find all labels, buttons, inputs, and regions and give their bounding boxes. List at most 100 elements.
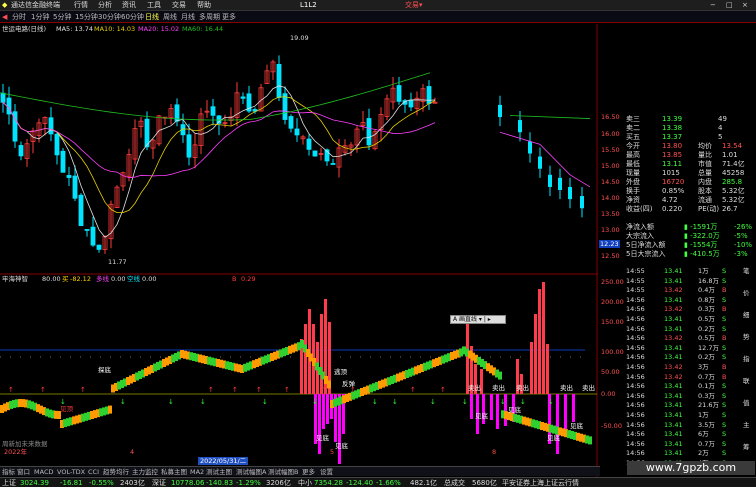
bottom-tab[interactable]: 测试主图 [206, 467, 232, 477]
trade-link[interactable]: 交易▾ [405, 0, 423, 11]
period-tab[interactable]: 15分钟 [75, 11, 98, 23]
period-tab[interactable]: 60分钟 [121, 11, 144, 23]
tick-row: 14:56 13.42 3万 B [624, 363, 756, 371]
tick-list: 14:55 13.41 1万 S 14:55 13.41 16.8万 S 14:55 13.42 0… [624, 265, 756, 477]
quote-row: 买五 13.37 5 [598, 133, 756, 142]
bottom-tab[interactable]: CCI [88, 467, 99, 477]
candle-body [568, 186, 572, 200]
tick-volume: 0.8万 [698, 295, 715, 304]
bottom-tab[interactable]: 窗口 [17, 467, 30, 477]
indicator-bar-magenta [556, 394, 559, 454]
quote-key2: 市值 [698, 160, 712, 168]
quote-row: 最高 13.85 量比 1.01 [598, 151, 756, 160]
tick-side: S [722, 420, 727, 429]
bottom-tab[interactable]: 主力监控 [132, 467, 158, 477]
tick-price: 13.42 [664, 334, 683, 343]
quote-key2: 量比 [698, 151, 712, 159]
connection-label: L1L2 [300, 1, 317, 9]
candle-body [498, 104, 502, 118]
tick-side: B [722, 363, 727, 371]
period-tab[interactable]: 30分钟 [98, 11, 121, 23]
back-icon[interactable]: ◀ [2, 11, 7, 23]
period-tab[interactable]: 1分钟 [31, 11, 49, 23]
signal-label: 见底 [335, 442, 348, 450]
cursor-date: 2022/05/31/二 [198, 457, 249, 465]
menu-item-quote[interactable]: 行情 [74, 0, 88, 11]
menu-item-analysis[interactable]: 分析 [98, 0, 112, 11]
close-icon[interactable]: × [742, 0, 748, 11]
tick-price: 13.41 [664, 391, 683, 400]
period-tab[interactable]: 多周期 [199, 11, 220, 23]
tick-row: 14:56 13.41 0.3万 S [624, 392, 756, 400]
candle-body [538, 156, 542, 169]
menu-item-trade[interactable]: 交易 [172, 0, 186, 11]
menu-item-tools[interactable]: 工具 [147, 0, 161, 11]
index-pct: -1.29% [236, 479, 261, 487]
bottom-tab[interactable]: 趋势均行 [103, 467, 129, 477]
tick-volume: 1万 [698, 411, 709, 419]
side-tab[interactable]: 价 [743, 289, 750, 297]
bottom-tab[interactable]: 更多 [302, 467, 315, 477]
quote-key2: 流通 [698, 196, 712, 204]
indicator-wave-block [498, 371, 502, 380]
period-tab[interactable]: 分时 [12, 11, 26, 23]
signal-arrow-icon: ↓ [392, 398, 398, 406]
quote-key: 买五 [626, 133, 640, 141]
index-amount: 5680亿 [472, 479, 497, 487]
bottom-tab[interactable]: 指标 [2, 467, 15, 477]
indicator-name: 牢海神智 [2, 275, 28, 283]
period-tab[interactable]: 5分钟 [53, 11, 71, 23]
side-tab[interactable]: 笔 [743, 267, 750, 275]
bottom-tab[interactable]: 私募主图 [161, 467, 187, 477]
signal-arrow-icon: ↓ [372, 398, 378, 406]
quote-value2: 71.4亿 [722, 160, 745, 168]
flow-value: ▮ -1591万 [684, 223, 718, 231]
indicator-param: -82.12 [70, 275, 91, 283]
quote-value2: 45258 [722, 169, 745, 177]
watermark: www.7gpzb.com [627, 461, 755, 475]
side-tab[interactable]: 值 [743, 399, 750, 407]
side-tab[interactable]: 主 [743, 421, 750, 429]
index-value: 3024.39 [20, 479, 49, 487]
bottom-tab[interactable]: 设置 [320, 467, 333, 477]
quote-value2: 5.32亿 [722, 196, 745, 204]
indicator-wave-block [327, 380, 331, 389]
bottom-tab[interactable]: MACD [34, 467, 53, 477]
signal-arrow-icon: ↓ [168, 398, 174, 406]
bottom-tab[interactable]: MA2 [190, 467, 204, 477]
tick-time: 14:56 [626, 439, 645, 448]
candle-body [84, 229, 90, 231]
side-tab[interactable]: 筹 [743, 443, 750, 451]
side-tab[interactable]: 联 [743, 377, 750, 385]
quote-key: 现量 [626, 169, 640, 177]
side-tab[interactable]: 指 [743, 355, 750, 363]
period-tab-active[interactable]: 日线 [145, 11, 159, 23]
period-tab[interactable]: 月线 [181, 11, 195, 23]
index-label: 中小 [298, 479, 312, 487]
side-tab[interactable]: 细 [743, 311, 750, 319]
tick-price: 13.42 [664, 372, 683, 381]
tick-side: S [722, 439, 727, 448]
indicator-bar-magenta [564, 394, 567, 434]
bottom-tab[interactable]: VOL-TDX [57, 467, 85, 477]
maximize-icon[interactable]: □ [726, 0, 733, 11]
tick-time: 14:56 [626, 401, 645, 410]
indicator-axis-label: 0.00 [601, 390, 616, 398]
signal-arrow-icon: ↑ [232, 386, 238, 394]
minimize-icon[interactable]: − [710, 0, 716, 11]
drawing-toolbar[interactable]: A 画直线 ▾ | ▸ [450, 315, 506, 324]
quote-value2: 1.01 [722, 151, 738, 159]
tick-price: 13.41 [664, 430, 683, 439]
indicator-bar-red [538, 289, 541, 394]
bottom-tab[interactable]: 测试幅图B [268, 467, 298, 477]
menu-item-news[interactable]: 资讯 [122, 0, 136, 11]
menu-item-help[interactable]: 帮助 [197, 0, 211, 11]
candle-body [210, 106, 216, 116]
period-tab[interactable]: 周线 [163, 11, 177, 23]
bottom-tab[interactable]: 测试幅图A [236, 467, 266, 477]
tick-side: S [722, 276, 727, 285]
signal-label: 卖出 [582, 384, 595, 392]
tick-price: 13.41 [664, 295, 683, 304]
period-tab-more[interactable]: 更多 [222, 11, 236, 23]
side-tab[interactable]: 势 [743, 333, 750, 341]
